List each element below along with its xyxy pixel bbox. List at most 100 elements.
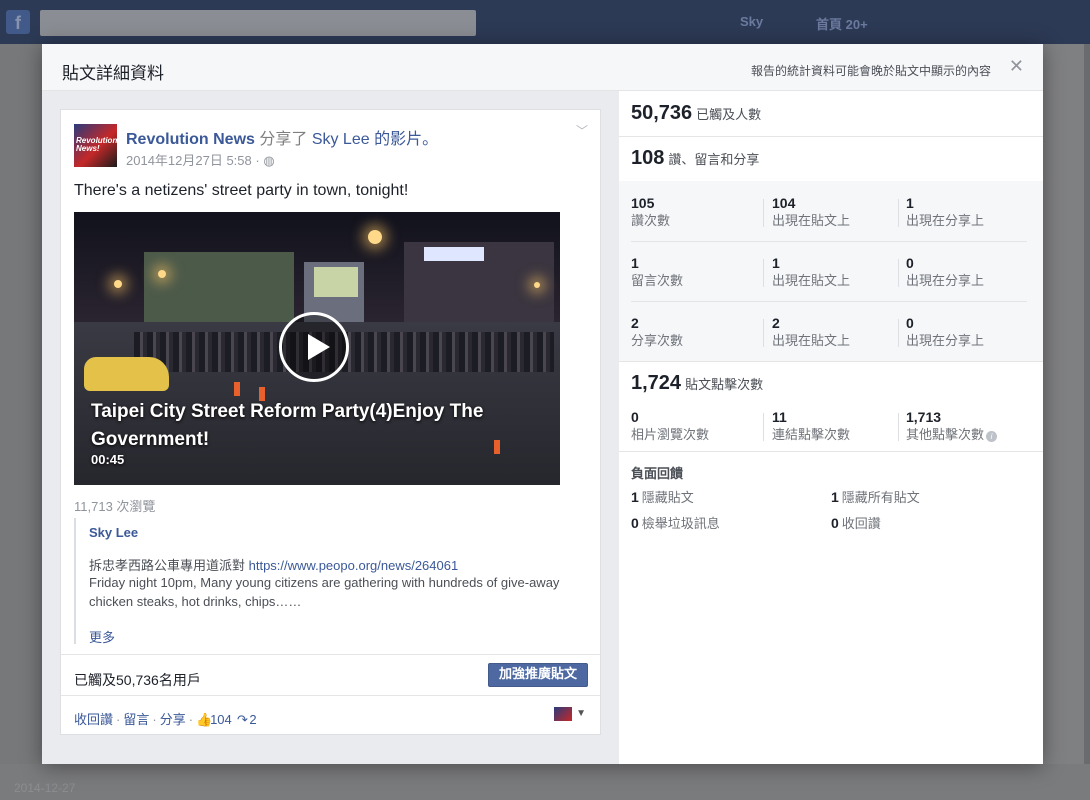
- comments-on-shares-label: 出現在分享上: [906, 273, 985, 288]
- boost-post-button[interactable]: 加強推廣貼文: [487, 663, 588, 687]
- quote-url-link[interactable]: https://www.peopo.org/news/264061: [249, 558, 459, 573]
- page-name-link[interactable]: Revolution News: [126, 131, 255, 148]
- post-preview-pane: Revolution News! Revolution News 分享了 Sky…: [42, 91, 619, 764]
- shares-total-label: 分享次數: [631, 333, 684, 348]
- post-message: There's a netizens' street party in town…: [74, 182, 409, 199]
- comments-total: 1: [631, 255, 639, 271]
- see-more-link[interactable]: 更多: [89, 627, 115, 646]
- clicks-stat: 1,724 貼文點擊次數: [631, 372, 763, 395]
- post-card: Revolution News! Revolution News 分享了 Sky…: [60, 109, 601, 735]
- reach-label: 已觸及人數: [696, 107, 762, 122]
- quote-prefix: 拆忠孝西路公車專用道派對: [89, 558, 249, 573]
- shared-text: 分享了: [254, 131, 312, 148]
- avatar-logo-text: Revolution News!: [76, 136, 118, 153]
- post-timestamp[interactable]: 2014年12月27日 5:58 · ◍: [126, 150, 275, 169]
- report-spam-count: 0: [631, 515, 639, 531]
- share-count[interactable]: 2: [249, 712, 256, 727]
- shares-on-shares-cell: 0 出現在分享上: [906, 315, 984, 349]
- share-link[interactable]: 分享: [160, 712, 186, 727]
- page-avatar-selector-icon[interactable]: [554, 707, 572, 721]
- engagement-label: 讚、留言和分享: [668, 152, 760, 167]
- post-actions: 收回讚 · 留言 · 分享 · 👍104 ↷ 2: [74, 709, 257, 728]
- page-avatar[interactable]: Revolution News!: [74, 124, 117, 167]
- shares-on-post-label: 出現在貼文上: [772, 333, 851, 348]
- other-clicks-cell: 1,713 其他點擊次數 i: [906, 409, 998, 443]
- photo-views-label: 相片瀏覽次數: [631, 427, 710, 442]
- video-player[interactable]: Taipei City Street Reform Party(4)Enjoy …: [74, 212, 560, 485]
- like-count[interactable]: 104: [210, 712, 232, 727]
- engagement-value: 108: [631, 147, 665, 169]
- reach-row: 已觸及50,736名用戶 加強推廣貼文: [61, 654, 600, 696]
- share-arrow-icon[interactable]: ↷: [235, 712, 249, 728]
- reach-stat: 50,736 已觸及人數: [631, 102, 761, 125]
- action-separator: ·: [188, 712, 194, 727]
- video-duration: 00:45: [91, 452, 125, 467]
- info-icon[interactable]: i: [986, 431, 998, 442]
- shares-on-shares: 0: [906, 315, 914, 331]
- background-footer-date: 2014-12-27: [14, 781, 76, 795]
- caret-down-icon[interactable]: ▼: [576, 708, 586, 719]
- other-clicks-label: 其他點擊次數: [906, 427, 985, 442]
- play-icon[interactable]: [279, 312, 349, 382]
- close-icon[interactable]: ✕: [1009, 56, 1024, 77]
- hide-post-label: 隱藏貼文: [641, 490, 694, 505]
- dialog-title: 貼文詳細資料: [62, 64, 164, 83]
- comments-on-post-label: 出現在貼文上: [772, 273, 851, 288]
- likes-cell: 105 讚次數: [631, 195, 670, 229]
- link-clicks-cell: 11 連結點擊次數: [772, 409, 850, 443]
- shared-post-quote: Sky Lee 拆忠孝西路公車專用道派對 https://www.peopo.o…: [74, 518, 574, 646]
- link-clicks: 11: [772, 409, 787, 425]
- chevron-down-icon[interactable]: ﹀: [576, 122, 588, 139]
- likes-total-label: 讚次數: [631, 213, 671, 228]
- post-details-dialog: 貼文詳細資料 報告的統計資料可能會晚於貼文中顯示的內容 ✕ Revolution…: [42, 44, 1043, 764]
- unlike-link[interactable]: 收回讚: [74, 712, 113, 727]
- comments-on-shares: 0: [906, 255, 914, 271]
- clicks-value: 1,724: [631, 372, 682, 394]
- likes-on-shares-label: 出現在分享上: [906, 213, 985, 228]
- shared-user-link[interactable]: Sky Lee: [312, 131, 370, 148]
- photo-views: 0: [631, 409, 639, 425]
- shares-on-post: 2: [772, 315, 780, 331]
- view-count: 11,713 次瀏覽: [74, 499, 156, 514]
- hide-all-posts-stat: 1 隱藏所有貼文: [831, 487, 920, 506]
- background-left-column: [0, 44, 42, 800]
- unlike-page-label: 收回讚: [841, 516, 881, 531]
- dialog-header: 貼文詳細資料 報告的統計資料可能會晚於貼文中顯示的內容 ✕: [42, 44, 1043, 91]
- comments-on-shares-cell: 0 出現在分享上: [906, 255, 984, 289]
- shares-on-shares-label: 出現在分享上: [906, 333, 985, 348]
- thumbs-up-icon[interactable]: 👍: [196, 712, 212, 728]
- hide-post-stat: 1 隱藏貼文: [631, 487, 694, 506]
- likes-on-post-cell: 104 出現在貼文上: [772, 195, 850, 229]
- hide-post-count: 1: [631, 489, 639, 505]
- engagement-stat: 108 讚、留言和分享: [631, 147, 759, 170]
- other-clicks: 1,713: [906, 409, 942, 425]
- shares-total: 2: [631, 315, 639, 331]
- comments-total-label: 留言次數: [631, 273, 684, 288]
- comments-on-post-cell: 1 出現在貼文上: [772, 255, 850, 289]
- timestamp-text: 2014年12月27日 5:58 ·: [126, 153, 264, 168]
- likes-on-shares-cell: 1 出現在分享上: [906, 195, 984, 229]
- quote-first-line: 拆忠孝西路公車專用道派對 https://www.peopo.org/news/…: [89, 555, 458, 574]
- shares-cell: 2 分享次數: [631, 315, 683, 349]
- shared-video-link[interactable]: 的影片。: [370, 131, 438, 148]
- other-clicks-label-row: 其他點擊次數 i: [906, 426, 998, 443]
- background-scrollbar: [1084, 44, 1090, 800]
- background-footer: [0, 764, 1090, 800]
- likes-on-shares: 1: [906, 195, 914, 211]
- engagement-breakdown: 105 讚次數 104 出現在貼文上 1 出現在分享上 1 留言次數 1 出現在貼文上 0…: [619, 181, 1043, 361]
- background-home-link: 首頁 20+: [816, 17, 868, 32]
- likes-on-post-label: 出現在貼文上: [772, 213, 851, 228]
- hide-all-posts-count: 1: [831, 489, 839, 505]
- quote-body: Friday night 10pm, Many young citizens a…: [89, 575, 560, 609]
- video-title: Taipei City Street Reform Party(4)Enjoy …: [91, 401, 484, 450]
- shares-on-post-cell: 2 出現在貼文上: [772, 315, 850, 349]
- facebook-logo-icon: f: [6, 10, 30, 34]
- report-spam-label: 檢舉垃圾訊息: [641, 516, 720, 531]
- quote-author-link[interactable]: Sky Lee: [89, 525, 138, 540]
- background-search-bar: [40, 10, 476, 36]
- unlike-page-count: 0: [831, 515, 839, 531]
- action-separator: ·: [152, 712, 157, 727]
- comment-link[interactable]: 留言: [123, 712, 149, 727]
- dialog-note: 報告的統計資料可能會晚於貼文中顯示的內容: [750, 64, 991, 78]
- action-separator: ·: [116, 712, 121, 727]
